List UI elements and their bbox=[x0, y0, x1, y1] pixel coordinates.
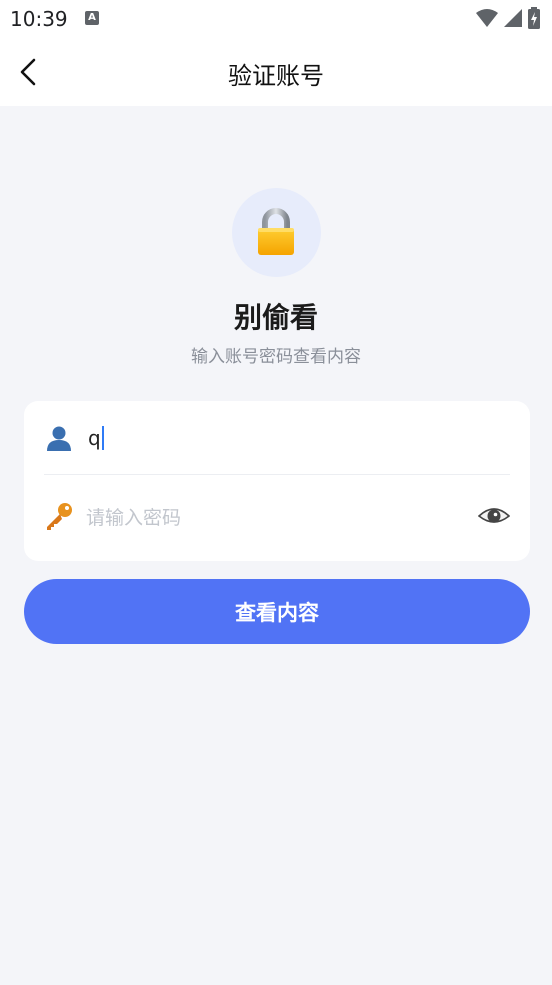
lock-icon bbox=[258, 208, 294, 255]
signal-icon bbox=[504, 9, 522, 27]
login-form-card: q 请输入密码 bbox=[24, 401, 530, 561]
hero-title: 别偷看 bbox=[233, 301, 318, 334]
status-icons bbox=[476, 7, 540, 29]
hero-subtitle: 输入账号密码查看内容 bbox=[191, 347, 361, 367]
app-header: 验证账号 bbox=[0, 38, 552, 106]
password-field[interactable]: 请输入密码 bbox=[44, 479, 510, 553]
text-caret bbox=[101, 425, 104, 450]
account-field[interactable]: q bbox=[44, 401, 510, 475]
password-input[interactable]: 请输入密码 bbox=[86, 503, 478, 530]
status-time: 10:39 bbox=[10, 7, 68, 31]
eye-icon[interactable] bbox=[478, 504, 510, 528]
lock-badge bbox=[232, 188, 321, 277]
user-icon bbox=[44, 423, 74, 453]
view-content-button[interactable]: 查看内容 bbox=[24, 579, 530, 644]
account-input[interactable]: q bbox=[88, 425, 104, 450]
page-title: 验证账号 bbox=[228, 62, 324, 90]
account-input-value: q bbox=[88, 425, 101, 450]
battery-icon bbox=[528, 7, 540, 29]
status-bar: 10:39 A bbox=[0, 0, 552, 38]
wifi-icon bbox=[476, 9, 498, 27]
notification-badge-icon: A bbox=[85, 11, 99, 25]
key-icon bbox=[44, 501, 74, 531]
